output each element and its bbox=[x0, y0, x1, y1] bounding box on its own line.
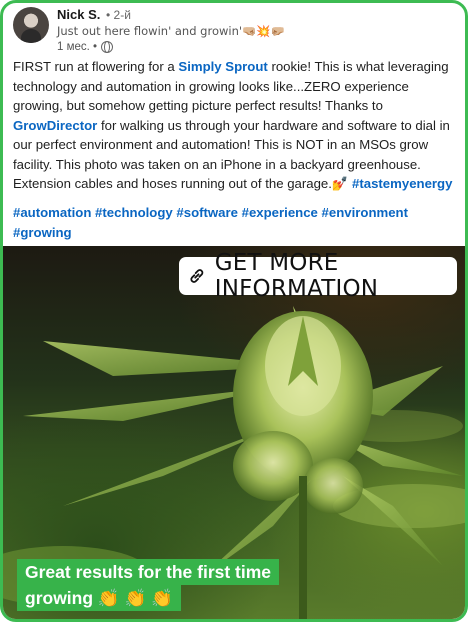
post-card: Nick S. • 2-й Just out here flowin' and … bbox=[0, 0, 468, 622]
post-body: FIRST run at flowering for a Simply Spro… bbox=[13, 57, 461, 194]
post-header: Nick S. • 2-й Just out here flowin' and … bbox=[11, 7, 461, 55]
image-caption-line-1: Great results for the first time bbox=[17, 559, 280, 585]
author-tagline: Just out here flowin' and growin'🤜🏼💥🤛🏼 bbox=[57, 24, 285, 38]
author-name[interactable]: Nick S. bbox=[57, 7, 100, 22]
hashtag-list[interactable]: #automation #technology #software #exper… bbox=[13, 203, 461, 242]
mention-simply-sprout[interactable]: Simply Sprout bbox=[178, 59, 267, 74]
mention-growdirector[interactable]: GrowDirector bbox=[13, 118, 97, 133]
link-icon bbox=[190, 269, 204, 283]
post-meta: 1 мес. • bbox=[57, 40, 114, 54]
post-text-part: FIRST run at flowering for a bbox=[13, 59, 179, 74]
avatar[interactable] bbox=[13, 7, 49, 43]
connection-degree: • 2-й bbox=[105, 8, 131, 22]
globe-icon bbox=[101, 41, 114, 53]
hashtag-tastemyenergy[interactable]: #tastemyenergy bbox=[352, 176, 452, 191]
post-time: 1 мес. • bbox=[57, 41, 98, 53]
image-caption-line-2: growing 👏 👏 👏 bbox=[17, 585, 181, 611]
get-more-information-button[interactable]: GET MORE INFORMATION bbox=[179, 250, 457, 302]
author-line: Nick S. • 2-й bbox=[57, 7, 131, 23]
cta-label: GET MORE INFORMATION bbox=[214, 250, 379, 302]
nail-polish-emoji: 💅 bbox=[331, 176, 349, 191]
